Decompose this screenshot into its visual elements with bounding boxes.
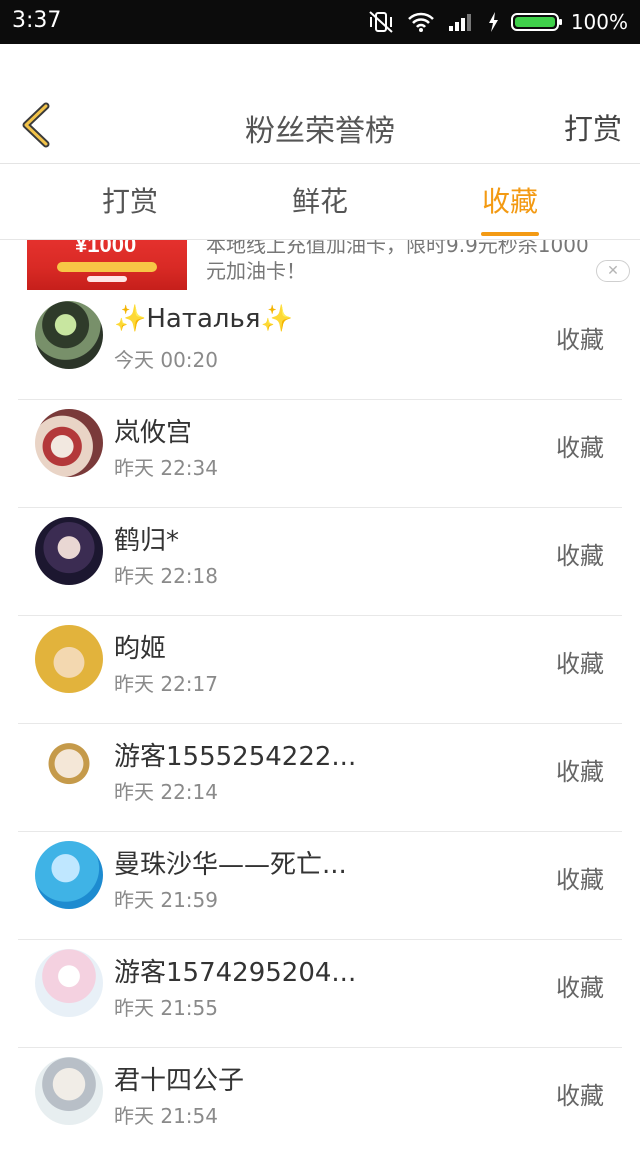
status-bar: 3:37 100%: [0, 0, 640, 44]
tab-reward[interactable]: 打赏: [50, 164, 210, 240]
tab-favorites-label: 收藏: [481, 185, 538, 218]
tab-bar: 打赏 鲜花 收藏: [0, 164, 640, 240]
action-type: 收藏: [556, 434, 604, 462]
avatar[interactable]: [35, 733, 103, 801]
ad-image-text: ¥1000: [75, 240, 137, 257]
timestamp: 昨天 22:34: [114, 456, 218, 480]
ad-image[interactable]: ¥1000: [27, 240, 187, 290]
avatar[interactable]: [35, 841, 103, 909]
battery-icon: [510, 13, 562, 31]
ad-text[interactable]: 本地线上充值加油卡，限时9.9元秒杀1000元加油卡！: [206, 240, 596, 284]
avatar[interactable]: [35, 949, 103, 1017]
list-item[interactable]: 鹤归* 昨天 22:18 收藏: [18, 508, 622, 616]
ad-banner[interactable]: ¥1000 本地线上充值加油卡，限时9.9元秒杀1000元加油卡！: [0, 240, 640, 292]
user-name: 岚攸宫: [114, 418, 193, 448]
timestamp: 昨天 21:59: [114, 888, 218, 912]
tab-flowers-label: 鲜花: [291, 185, 348, 218]
action-type: 收藏: [556, 542, 604, 570]
battery-percent: 100%: [570, 10, 628, 34]
action-type: 收藏: [556, 326, 604, 354]
avatar[interactable]: [35, 409, 103, 477]
timestamp: 昨天 22:18: [114, 564, 218, 588]
header: 粉丝荣誉榜 打赏: [0, 44, 640, 164]
tab-flowers[interactable]: 鲜花: [240, 164, 400, 240]
avatar[interactable]: [35, 517, 103, 585]
user-name: ✨Наталья✨: [114, 304, 293, 334]
reward-button[interactable]: 打赏: [564, 106, 622, 148]
tab-reward-label: 打赏: [101, 185, 158, 218]
list-item[interactable]: 君十四公子 昨天 21:54 收藏: [18, 1048, 622, 1156]
list-item[interactable]: ✨Наталья✨ 今天 00:20 收藏: [18, 292, 622, 400]
avatar[interactable]: [35, 1057, 103, 1125]
user-name: 鹤归*: [114, 526, 180, 556]
action-type: 收藏: [556, 758, 604, 786]
list-item[interactable]: 昀姬 昨天 22:17 收藏: [18, 616, 622, 724]
timestamp: 昨天 22:14: [114, 780, 218, 804]
user-name-text: Наталья: [146, 304, 261, 334]
signal-icon: [447, 11, 475, 33]
wifi-icon: [407, 11, 435, 33]
action-type: 收藏: [556, 1082, 604, 1110]
action-type: 收藏: [556, 974, 604, 1002]
list-item[interactable]: 游客1574295204... 昨天 21:55 收藏: [18, 940, 622, 1048]
avatar[interactable]: [35, 625, 103, 693]
active-tab-indicator: [481, 232, 539, 236]
charging-icon: [487, 11, 499, 33]
list-item[interactable]: 游客1555254222... 昨天 22:14 收藏: [18, 724, 622, 832]
action-type: 收藏: [556, 866, 604, 894]
timestamp: 昨天 21:55: [114, 996, 218, 1020]
status-icons: 100%: [367, 8, 628, 36]
ad-image-strip-small: [87, 276, 127, 282]
user-name: 昀姬: [114, 634, 167, 664]
close-icon[interactable]: ✕: [596, 260, 630, 282]
timestamp: 昨天 21:54: [114, 1104, 218, 1128]
user-name: 曼珠沙华——死亡...: [114, 850, 347, 880]
user-name: 游客1574295204...: [114, 958, 357, 988]
list-item[interactable]: 岚攸宫 昨天 22:34 收藏: [18, 400, 622, 508]
action-type: 收藏: [556, 650, 604, 678]
user-name: 游客1555254222...: [114, 742, 357, 772]
ad-image-strip: [57, 262, 157, 272]
list-item[interactable]: 曼珠沙华——死亡... 昨天 21:59 收藏: [18, 832, 622, 940]
user-name: 君十四公子: [114, 1066, 245, 1096]
status-time: 3:37: [12, 8, 62, 33]
fan-list: ✨Наталья✨ 今天 00:20 收藏 岚攸宫 昨天 22:34 收藏 鹤归…: [0, 292, 640, 1156]
avatar[interactable]: [35, 301, 103, 369]
sparkle-icon: ✨: [260, 304, 293, 334]
mute-vibrate-icon: [367, 10, 395, 34]
timestamp: 今天 00:20: [114, 348, 218, 372]
page-title: 粉丝荣誉榜: [245, 114, 395, 149]
sparkle-icon: ✨: [114, 304, 147, 334]
timestamp: 昨天 22:17: [114, 672, 218, 696]
tab-favorites[interactable]: 收藏: [430, 164, 590, 240]
